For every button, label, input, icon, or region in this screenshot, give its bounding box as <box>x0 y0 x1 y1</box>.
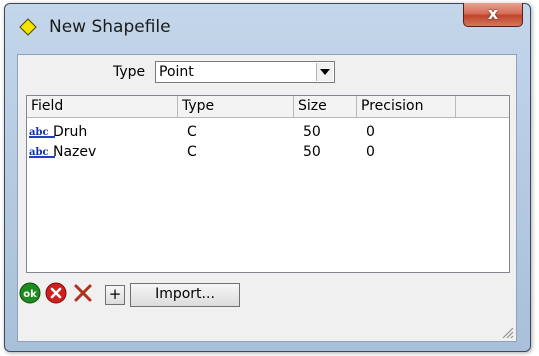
window-title: New Shapefile <box>49 17 171 37</box>
cancel-button[interactable] <box>45 282 67 304</box>
field-size: 50 <box>303 124 321 140</box>
type-dropdown-value: Point <box>159 64 194 80</box>
field-name: Druh <box>53 124 88 140</box>
field-type: C <box>187 144 197 160</box>
field-precision: 0 <box>366 144 375 160</box>
column-header-field[interactable]: Field <box>27 96 178 117</box>
dropdown-button[interactable] <box>316 63 333 81</box>
close-icon: x <box>487 4 499 23</box>
column-header-size[interactable]: Size <box>294 96 357 117</box>
table-header: Field Type Size Precision <box>27 96 509 118</box>
field-type: C <box>187 124 197 140</box>
abc-text-icon: abc <box>29 147 55 158</box>
column-header-type[interactable]: Type <box>178 96 294 117</box>
field-precision: 0 <box>366 124 375 140</box>
column-header-precision[interactable]: Precision <box>357 96 456 117</box>
svg-text:abc: abc <box>29 127 49 138</box>
type-dropdown[interactable]: Point <box>155 61 335 83</box>
svg-text:abc: abc <box>29 147 49 158</box>
fields-table[interactable]: Field Type Size Precision abc Druh C 50 … <box>26 95 510 273</box>
ok-button[interactable]: ok <box>19 282 41 304</box>
add-field-button[interactable]: + <box>105 285 125 305</box>
abc-text-icon: abc <box>29 127 55 138</box>
close-button[interactable]: x <box>463 3 523 27</box>
new-shapefile-window: New Shapefile x Type Point Field Type Si… <box>4 3 531 352</box>
diamond-icon <box>19 18 37 36</box>
title-bar[interactable]: New Shapefile x <box>5 3 530 49</box>
type-label: Type <box>113 64 146 80</box>
button-bar: ok + Import... <box>18 277 516 311</box>
ok-icon: ok <box>23 289 37 300</box>
resize-grip-icon[interactable] <box>500 325 514 339</box>
dialog-client-area: Type Point Field Type Size Precision abc… <box>17 54 517 342</box>
field-name: Nazev <box>53 144 97 160</box>
field-size: 50 <box>303 144 321 160</box>
delete-icon[interactable] <box>72 282 94 304</box>
import-button[interactable]: Import... <box>130 283 240 307</box>
chevron-down-icon <box>320 69 330 75</box>
table-row[interactable]: abc Nazev C 50 0 <box>27 142 509 162</box>
table-row[interactable]: abc Druh C 50 0 <box>27 122 509 142</box>
